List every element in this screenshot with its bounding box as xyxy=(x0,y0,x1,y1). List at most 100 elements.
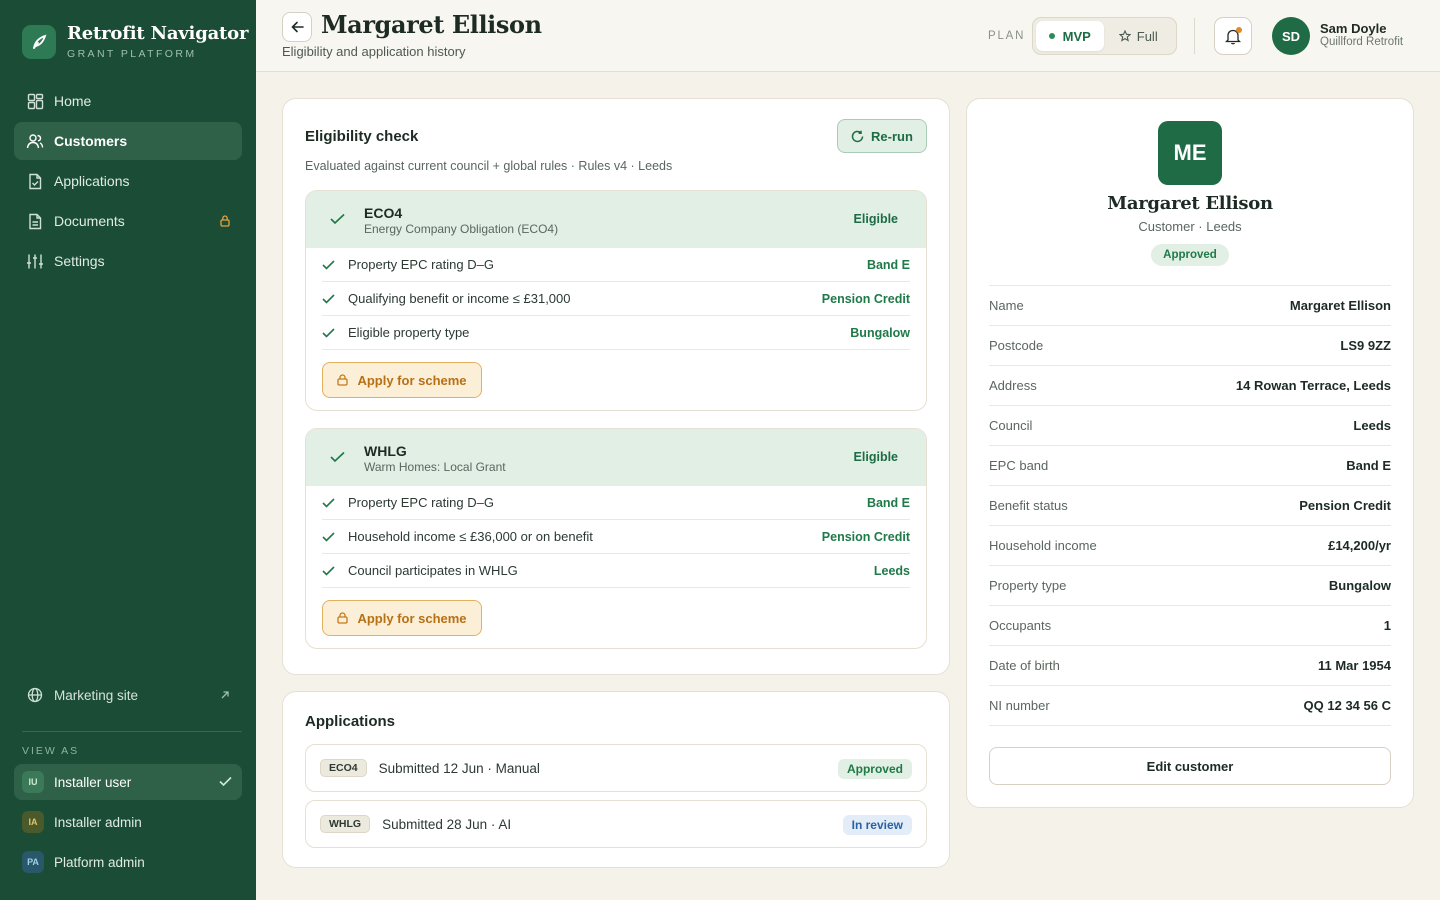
check-icon xyxy=(322,293,336,304)
check-icon xyxy=(330,212,345,230)
sidebar-item-documents[interactable]: Documents xyxy=(14,202,242,240)
role-installer-user[interactable]: IU Installer user xyxy=(14,764,242,800)
plan-label: PLAN xyxy=(988,30,1026,42)
detail-row: Benefit status Pension Credit xyxy=(989,486,1391,526)
criterion-label: Qualifying benefit or income ≤ £31,000 xyxy=(348,291,571,306)
page-title: Margaret Ellison xyxy=(321,10,542,39)
scheme-status: Eligible xyxy=(853,212,898,226)
detail-value: 14 Rowan Terrace, Leeds xyxy=(1235,378,1391,393)
check-icon xyxy=(322,327,336,338)
eligibility-card: Eligibility check Re-run Evaluated again… xyxy=(282,98,950,675)
leaf-icon xyxy=(22,25,56,59)
back-button[interactable] xyxy=(282,12,312,42)
role-switcher: IU Installer user IA Installer admin PA … xyxy=(14,764,242,884)
user-name: Sam Doyle xyxy=(1320,21,1387,36)
notifications-button[interactable] xyxy=(1214,17,1252,55)
scheme-name: ECO4 xyxy=(364,205,403,221)
scheme-header: WHLG Warm Homes: Local Grant Eligible xyxy=(306,429,926,486)
role-badge: PA xyxy=(22,851,44,873)
sidebar-item-settings[interactable]: Settings xyxy=(14,242,242,280)
sidebar-item-applications[interactable]: Applications xyxy=(14,162,242,200)
sidebar-item-home[interactable]: Home xyxy=(14,82,242,120)
criterion-row: Property EPC rating D–G Band E xyxy=(322,248,910,282)
detail-value: QQ 12 34 56 C xyxy=(1303,698,1391,713)
sliders-icon xyxy=(26,252,44,270)
sidebar-item-label: Documents xyxy=(54,213,125,229)
lock-icon xyxy=(220,214,230,230)
plan-option-label: MVP xyxy=(1062,28,1091,44)
sidebar-item-customers[interactable]: Customers xyxy=(14,122,242,160)
criterion-value: Pension Credit xyxy=(821,529,910,544)
plan-option-mvp[interactable]: MVP xyxy=(1036,21,1104,51)
detail-value: Margaret Ellison xyxy=(1289,298,1391,313)
scheme-card-whlg: WHLG Warm Homes: Local Grant Eligible Pr… xyxy=(305,428,927,649)
role-badge: IA xyxy=(22,811,44,833)
detail-key: NI number xyxy=(989,698,1050,713)
apply-for-scheme-button[interactable]: Apply for scheme xyxy=(322,362,482,398)
users-icon xyxy=(26,132,44,150)
notification-dot xyxy=(1236,27,1242,33)
sidebar-item-label: Customers xyxy=(54,133,128,149)
role-installer-admin[interactable]: IA Installer admin xyxy=(14,804,242,840)
detail-key: Postcode xyxy=(989,338,1044,353)
detail-row: EPC band Band E xyxy=(989,446,1391,486)
status-badge: In review xyxy=(842,815,912,835)
brand-title: Retrofit Navigator xyxy=(67,23,249,44)
plan-option-full[interactable]: Full xyxy=(1104,21,1174,51)
detail-row: Occupants 1 xyxy=(989,606,1391,646)
header-divider xyxy=(1194,18,1195,54)
brand-subtitle: GRANT PLATFORM xyxy=(67,48,197,60)
home-icon xyxy=(26,92,44,110)
detail-value: Leeds xyxy=(1353,418,1391,433)
detail-key: Household income xyxy=(989,538,1097,553)
detail-value: Bungalow xyxy=(1328,578,1391,593)
file-check-icon xyxy=(26,172,44,190)
check-icon xyxy=(322,531,336,542)
detail-key: Date of birth xyxy=(989,658,1060,673)
criterion-row: Property EPC rating D–G Band E xyxy=(322,486,910,520)
detail-row: Council Leeds xyxy=(989,406,1391,446)
application-row[interactable]: ECO4 Submitted 12 Jun · Manual Approved xyxy=(305,744,927,792)
view-as-label: VIEW AS xyxy=(22,745,80,757)
sidebar: Retrofit Navigator GRANT PLATFORM Home C… xyxy=(0,0,256,900)
page-header: Margaret Ellison Eligibility and applica… xyxy=(256,0,1440,72)
customer-name: Margaret Ellison xyxy=(1107,193,1273,214)
globe-icon xyxy=(26,686,44,704)
scheme-full-name: Energy Company Obligation (ECO4) xyxy=(364,222,559,236)
role-label: Platform admin xyxy=(54,854,145,870)
rerun-button[interactable]: Re-run xyxy=(837,119,927,153)
avatar[interactable]: SD xyxy=(1272,17,1310,55)
status-dot xyxy=(1048,33,1055,39)
marketing-site-link[interactable]: Marketing site xyxy=(14,676,242,714)
criterion-label: Eligible property type xyxy=(348,325,470,340)
check-icon xyxy=(219,775,232,790)
apply-for-scheme-button[interactable]: Apply for scheme xyxy=(322,600,482,636)
check-icon xyxy=(322,565,336,576)
check-icon xyxy=(330,450,345,468)
application-row[interactable]: WHLG Submitted 28 Jun · AI In review xyxy=(305,800,927,848)
scheme-header: ECO4 Energy Company Obligation (ECO4) El… xyxy=(306,191,926,248)
customer-profile-card: ME Margaret Ellison Customer · Leeds App… xyxy=(966,98,1414,808)
sidebar-divider xyxy=(22,731,242,732)
detail-row: Date of birth 11 Mar 1954 xyxy=(989,646,1391,686)
edit-customer-button[interactable]: Edit customer xyxy=(989,747,1391,785)
detail-key: Occupants xyxy=(989,618,1052,633)
application-detail: Submitted 12 Jun · Manual xyxy=(378,760,540,776)
detail-value: Pension Credit xyxy=(1299,498,1391,513)
rerun-label: Re-run xyxy=(871,128,913,144)
detail-key: Benefit status xyxy=(989,498,1068,513)
arrow-left-icon xyxy=(290,21,304,33)
external-link-icon xyxy=(220,688,230,703)
brand[interactable]: Retrofit Navigator GRANT PLATFORM xyxy=(22,24,248,60)
detail-key: Property type xyxy=(989,578,1067,593)
role-platform-admin[interactable]: PA Platform admin xyxy=(14,844,242,880)
detail-key: Council xyxy=(989,418,1033,433)
sidebar-item-label: Applications xyxy=(54,173,130,189)
criteria-list: Property EPC rating D–G Band E Household… xyxy=(306,486,926,588)
check-icon xyxy=(322,497,336,508)
eligibility-subtitle: Evaluated against current council + glob… xyxy=(305,159,673,173)
detail-row: Property type Bungalow xyxy=(989,566,1391,606)
criterion-row: Household income ≤ £36,000 or on benefit… xyxy=(322,520,910,554)
apply-label: Apply for scheme xyxy=(357,372,467,388)
user-org: Quillford Retrofit xyxy=(1320,36,1404,48)
